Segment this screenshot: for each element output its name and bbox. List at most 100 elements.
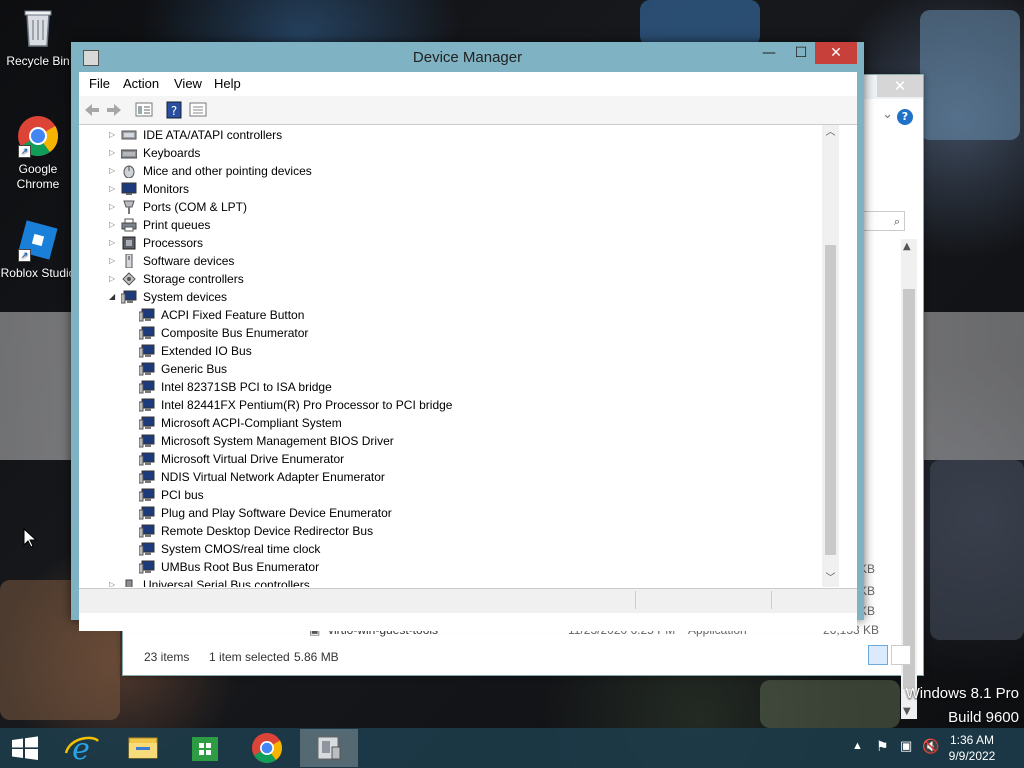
clock[interactable]: 1:36 AM 9/9/2022 <box>942 732 1002 764</box>
desktop-icon-roblox-studio[interactable]: ↗ Roblox Studio <box>0 218 76 281</box>
scroll-up-arrow-icon[interactable]: ︿ <box>822 125 839 141</box>
device-label: Composite Bus Enumerator <box>161 326 309 340</box>
status-divider <box>771 591 772 609</box>
desktop-icon-chrome[interactable]: ↗ Google Chrome <box>0 114 76 192</box>
system-device-icon <box>138 506 155 520</box>
system-device-icon <box>138 398 155 412</box>
menu-view[interactable]: View <box>174 76 202 91</box>
tree-node-label: Monitors <box>143 182 190 196</box>
expand-arrow-icon[interactable]: ▷ <box>109 234 119 252</box>
menu-help[interactable]: Help <box>214 76 241 91</box>
help-icon[interactable]: ? <box>165 101 183 119</box>
desktop-icon-label: Recycle Bin <box>6 54 70 68</box>
system-device-icon <box>138 326 155 340</box>
desktop-icon-recycle-bin[interactable]: Recycle Bin <box>0 6 76 69</box>
expand-arrow-icon[interactable]: ▷ <box>109 216 119 234</box>
expand-arrow-icon[interactable]: ▷ <box>109 180 119 198</box>
device-manager-statusbar <box>79 588 857 613</box>
system-device-icon <box>138 560 155 574</box>
desktop: Recycle Bin ↗ Google Chrome ↗ Roblox Stu… <box>0 0 1024 768</box>
scan-hardware-icon[interactable] <box>189 101 207 119</box>
tree-vertical-scrollbar[interactable]: ︿ ﹀ <box>822 125 839 587</box>
desktop-icon-label: Google Chrome <box>16 162 60 191</box>
maximize-button[interactable]: ☐ <box>787 42 815 64</box>
details-view-button[interactable] <box>868 645 888 665</box>
device-label: NDIS Virtual Network Adapter Enumerator <box>161 470 385 484</box>
expand-arrow-icon[interactable]: ▷ <box>109 576 119 587</box>
item-count: 23 items <box>144 650 190 664</box>
system-device-icon <box>138 380 155 394</box>
system-device-icon <box>138 542 155 556</box>
device-tree: ▷ IDE ATA/ATAPI controllers ▷ Keyboards … <box>79 125 857 631</box>
device-manager-window[interactable]: Device Manager — ☐ ✕ File Action View He… <box>71 42 864 631</box>
window-title: Device Manager <box>412 49 523 66</box>
explorer-statusbar: 23 items 1 item selected 5.86 MB <box>123 643 921 675</box>
tree-node-label: Keyboards <box>143 146 201 160</box>
windows-logo-icon <box>12 736 38 760</box>
usb-icon <box>121 578 137 587</box>
close-button[interactable]: ✕ <box>815 42 857 64</box>
device-tree-view: ▷ IDE ATA/ATAPI controllers ▷ Keyboards … <box>79 125 839 587</box>
device-manager-titlebar[interactable]: Device Manager — ☐ ✕ <box>71 42 864 72</box>
taskbar-chrome[interactable] <box>238 729 296 767</box>
device-label: Plug and Play Software Device Enumerator <box>161 506 392 520</box>
back-arrow-icon[interactable] <box>83 101 101 119</box>
expand-arrow-icon[interactable]: ▷ <box>109 162 119 180</box>
menu-action[interactable]: Action <box>123 76 159 91</box>
clock-time: 1:36 AM <box>949 733 995 747</box>
forward-arrow-icon[interactable] <box>105 101 123 119</box>
system-device-icon <box>138 488 155 502</box>
device-label: PCI bus <box>161 488 204 502</box>
taskbar-device-manager[interactable] <box>300 729 358 767</box>
scroll-up-arrow-icon[interactable]: ▲ <box>903 241 911 252</box>
system-device-icon <box>138 434 155 448</box>
tree-node-label: Processors <box>143 236 204 250</box>
network-disconnected-icon[interactable]: ▣ <box>900 738 912 754</box>
minimize-button[interactable]: — <box>756 42 782 64</box>
tree-node-label: Universal Serial Bus controllers <box>143 578 310 587</box>
explorer-close-button[interactable]: ✕ <box>877 75 923 97</box>
desktop-icon-label: Roblox Studio <box>0 266 76 280</box>
help-icon[interactable]: ? <box>897 109 913 125</box>
menu-file[interactable]: File <box>89 76 110 91</box>
chrome-icon: ↗ <box>16 114 60 158</box>
expand-arrow-icon[interactable]: ▷ <box>109 126 119 144</box>
keyboard-icon <box>120 146 138 160</box>
chevron-down-icon[interactable]: ⌄ <box>882 107 893 122</box>
expand-arrow-icon[interactable]: ▷ <box>109 270 119 288</box>
status-divider <box>635 591 636 609</box>
clock-date: 9/9/2022 <box>948 749 996 763</box>
search-icon: ⌕ <box>893 215 900 228</box>
expand-arrow-icon[interactable]: ▷ <box>109 144 119 162</box>
shortcut-arrow-icon: ↗ <box>18 249 31 262</box>
explorer-scroll-thumb[interactable] <box>903 289 915 689</box>
device-label: Extended IO Bus <box>161 344 252 358</box>
expand-arrow-icon[interactable]: ▷ <box>109 252 119 270</box>
taskbar-file-explorer[interactable] <box>114 729 172 767</box>
device-label: Microsoft ACPI-Compliant System <box>161 416 342 430</box>
watermark-build: Build 9600 <box>948 709 1019 726</box>
action-center-flag-icon[interactable]: ⚑ <box>876 738 889 755</box>
show-hidden-icons-icon[interactable]: ▲ <box>852 740 863 752</box>
device-label: Microsoft System Management BIOS Driver <box>161 434 394 448</box>
scroll-down-arrow-icon[interactable]: ﹀ <box>822 571 839 587</box>
tree-node-label: Ports (COM & LPT) <box>143 200 248 214</box>
mouse-cursor-icon <box>23 528 37 548</box>
device-label: Microsoft Virtual Drive Enumerator <box>161 452 345 466</box>
properties-view-icon[interactable] <box>135 101 153 119</box>
large-icons-view-button[interactable] <box>891 645 911 665</box>
tree-node-label: IDE ATA/ATAPI controllers <box>143 128 283 142</box>
collapse-arrow-icon[interactable]: ◢ <box>109 288 119 306</box>
volume-muted-icon[interactable]: 🔇 <box>922 738 939 755</box>
expand-arrow-icon[interactable]: ▷ <box>109 198 119 216</box>
system-device-icon <box>138 344 155 358</box>
taskbar-internet-explorer[interactable]: e <box>52 729 110 767</box>
device-label: ACPI Fixed Feature Button <box>161 308 305 322</box>
taskbar-store[interactable] <box>176 729 234 767</box>
system-device-icon <box>138 416 155 430</box>
windows-watermark: Windows 8.1 Pro Build 9600 <box>906 682 1019 730</box>
tree-scroll-thumb[interactable] <box>825 245 836 555</box>
device-label: UMBus Root Bus Enumerator <box>161 560 320 574</box>
system-device-icon <box>120 290 137 304</box>
start-button[interactable] <box>0 729 50 767</box>
